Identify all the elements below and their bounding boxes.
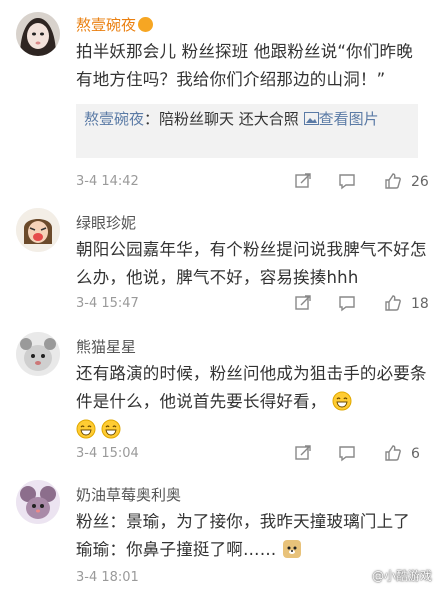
view-image-link[interactable]: 查看图片 bbox=[303, 110, 379, 128]
timestamp: 3-4 14:42 bbox=[76, 174, 139, 189]
username[interactable]: 奶油草莓奥利奥 bbox=[76, 484, 181, 505]
reply-box[interactable]: 熬壹碗夜：陪粉丝聊天 还大合照 查看图片 bbox=[76, 104, 418, 158]
like-icon[interactable] bbox=[384, 444, 402, 462]
timestamp: 3-4 15:47 bbox=[76, 296, 139, 311]
grin-emoji-icon bbox=[101, 419, 121, 439]
like-icon[interactable] bbox=[384, 294, 402, 312]
avatar[interactable] bbox=[16, 480, 60, 524]
like-icon[interactable] bbox=[384, 172, 402, 190]
comment-icon[interactable] bbox=[338, 294, 356, 312]
reply-text: ：陪粉丝聊天 还大合照 bbox=[144, 110, 299, 128]
avatar[interactable] bbox=[16, 12, 60, 56]
share-icon[interactable] bbox=[294, 294, 312, 312]
comment-text: 粉丝：景瑜，为了接你，我昨天撞玻璃门上了 瑜瑜：你鼻子撞挺了啊…… bbox=[76, 512, 410, 559]
comment-text: 还有路演的时候，粉丝问他成为狙击手的必要条件是什么，他说首先要长得好看， bbox=[76, 360, 428, 444]
share-icon[interactable] bbox=[294, 444, 312, 462]
like-count: 6 bbox=[411, 446, 420, 462]
comment-icon[interactable] bbox=[338, 444, 356, 462]
like-count: 26 bbox=[411, 174, 429, 190]
avatar[interactable] bbox=[16, 332, 60, 376]
comment-text: 朝阳公园嘉年华，有个粉丝提问说我脾气不好怎么办，他说，脾气不好，容易挨揍hhh bbox=[76, 240, 427, 287]
share-icon[interactable] bbox=[294, 172, 312, 190]
timestamp: 3-4 15:04 bbox=[76, 446, 139, 461]
timestamp: 3-4 18:01 bbox=[76, 570, 139, 585]
vip-badge-icon bbox=[138, 17, 154, 32]
reply-username[interactable]: 熬壹碗夜 bbox=[84, 110, 144, 128]
grin-emoji-icon bbox=[332, 391, 352, 411]
username[interactable]: 熊猫星星 bbox=[76, 336, 136, 357]
watermark: @小酷游戏 bbox=[371, 569, 432, 583]
username[interactable]: 熬壹碗夜 bbox=[76, 14, 154, 35]
image-icon bbox=[303, 112, 319, 125]
like-count: 18 bbox=[411, 296, 429, 312]
comment-text: 拍半妖那会儿 粉丝探班 他跟粉丝说“你们昨晚有地方住吗？我给你们介绍那边的山洞！… bbox=[76, 42, 413, 89]
grin-emoji-icon bbox=[76, 419, 96, 439]
username[interactable]: 绿眼珍妮 bbox=[76, 212, 136, 233]
doge-emoji-icon bbox=[282, 540, 301, 558]
comment-icon[interactable] bbox=[338, 172, 356, 190]
avatar[interactable] bbox=[16, 208, 60, 252]
